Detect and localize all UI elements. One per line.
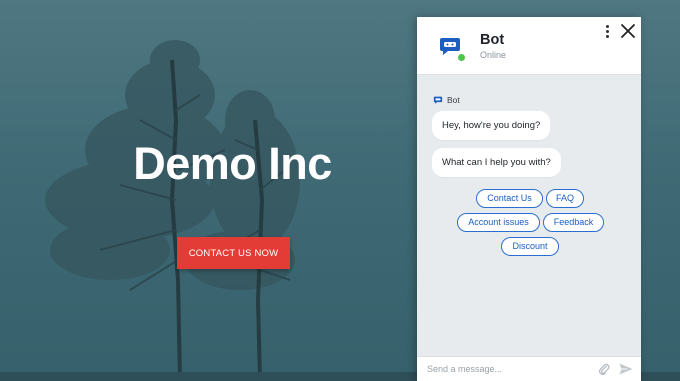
kebab-menu-icon[interactable]: [600, 23, 614, 41]
chat-header: Bot Online: [417, 17, 641, 75]
chat-widget: Bot Online Bot Hey, how're you doing? Wh…: [417, 17, 641, 381]
message-list: Bot Hey, how're you doing? What can I he…: [417, 75, 641, 355]
bot-message: What can I help you with?: [432, 148, 561, 177]
bot-name: Bot: [480, 32, 505, 48]
quick-reply-feedback[interactable]: Feedback: [543, 213, 604, 232]
quick-reply-contact-us[interactable]: Contact Us: [476, 189, 543, 208]
message-composer: [417, 356, 641, 381]
message-input[interactable]: [427, 361, 587, 377]
paperclip-icon[interactable]: [598, 362, 610, 376]
quick-reply-faq[interactable]: FAQ: [546, 189, 584, 208]
hero-title: Demo Inc: [133, 138, 332, 189]
quick-reply-discount[interactable]: Discount: [501, 237, 559, 256]
bot-message: Hey, how're you doing?: [432, 111, 551, 140]
sender-name: Bot: [447, 95, 460, 105]
quick-reply-account-issues[interactable]: Account issues: [457, 213, 540, 232]
message-sender: Bot: [433, 95, 460, 105]
bot-status: Online: [480, 50, 507, 60]
close-icon[interactable]: [619, 22, 637, 40]
send-icon[interactable]: [619, 363, 633, 375]
online-status-dot: [457, 53, 466, 62]
chat-bubble-icon: [433, 96, 443, 104]
contact-us-now-button[interactable]: CONTACT US NOW: [177, 237, 290, 269]
